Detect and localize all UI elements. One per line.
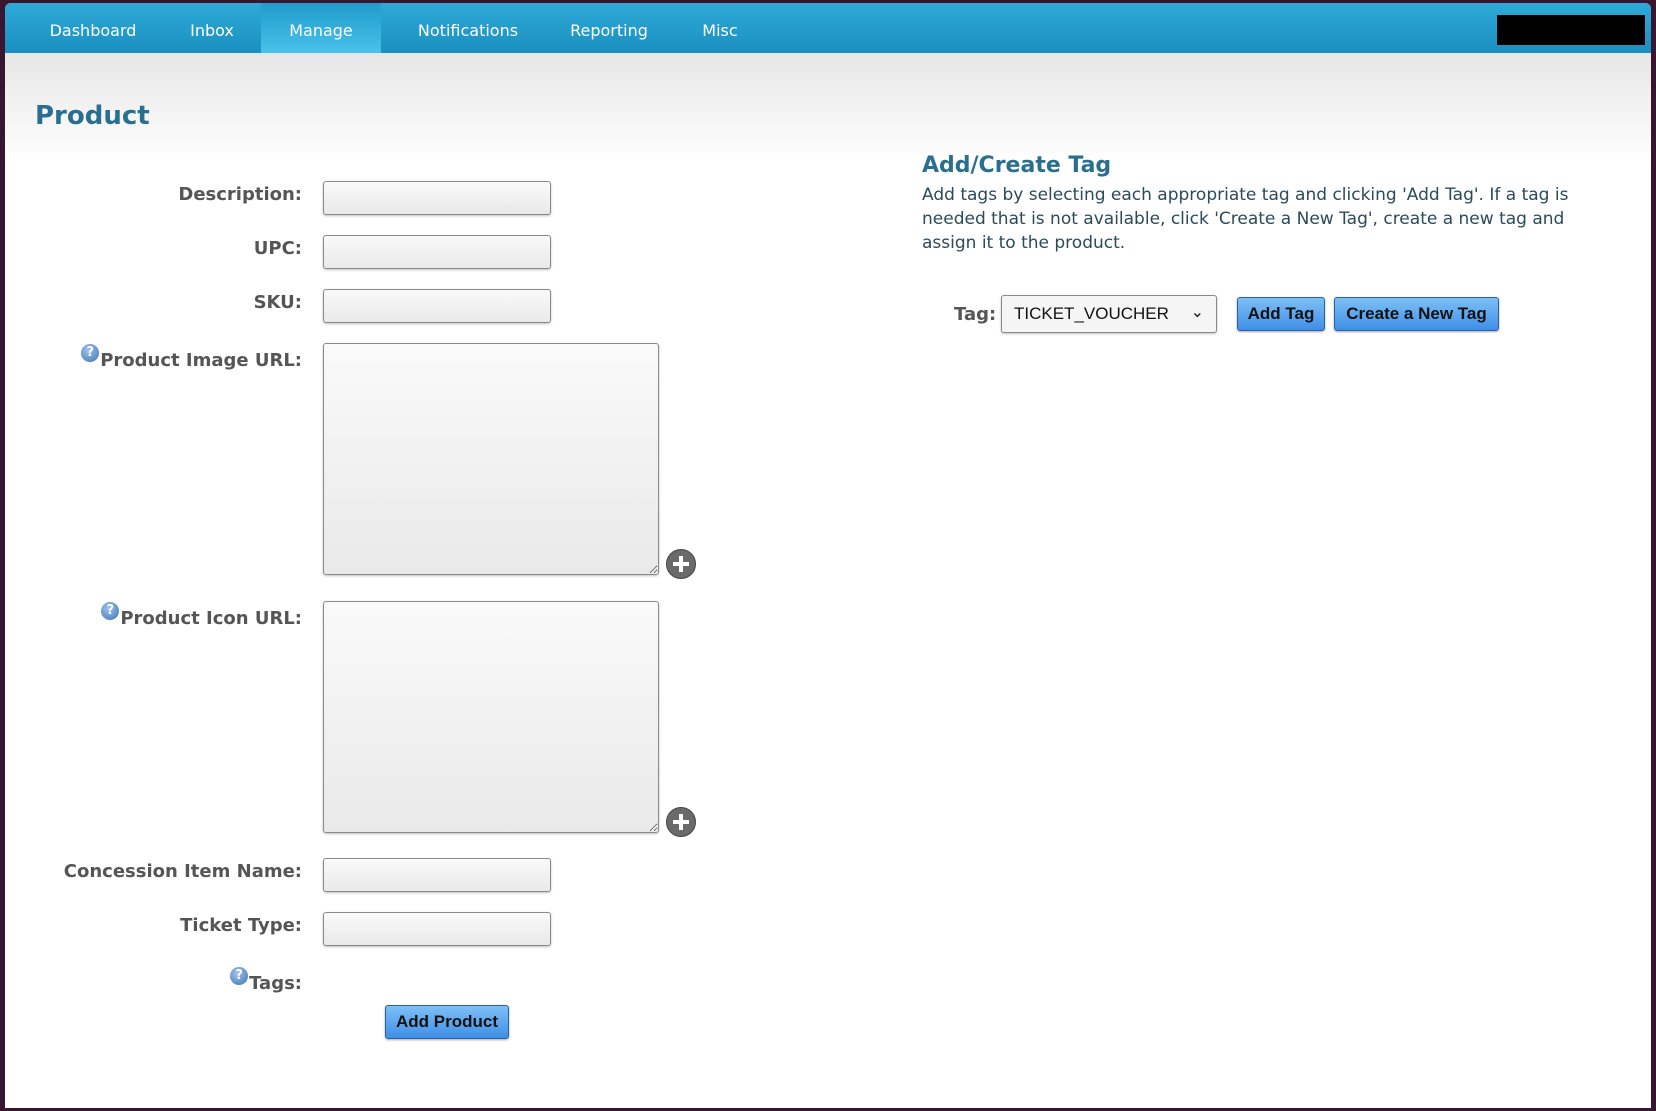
- add-create-tag-title: Add/Create Tag: [922, 153, 1112, 178]
- product-icon-url-textarea[interactable]: [323, 601, 659, 833]
- user-menu[interactable]: [1497, 15, 1645, 45]
- tags-label: ? Tags:: [230, 967, 302, 994]
- nav-inbox[interactable]: Inbox: [165, 3, 259, 53]
- product-icon-url-label: ? Product Icon URL:: [101, 602, 302, 629]
- help-icon[interactable]: ?: [230, 967, 249, 985]
- nav-manage[interactable]: Manage: [261, 3, 381, 53]
- product-icon-url-label-text: Product Icon URL:: [120, 608, 302, 629]
- concession-item-name-label: Concession Item Name:: [63, 861, 302, 882]
- tag-select[interactable]: TICKET_VOUCHER ⌄: [1001, 295, 1217, 333]
- tag-label: Tag:: [954, 304, 997, 325]
- add-product-button[interactable]: Add Product: [385, 1005, 509, 1039]
- product-image-url-label: ? Product Image URL:: [81, 344, 302, 371]
- add-tag-button[interactable]: Add Tag: [1237, 297, 1325, 331]
- add-create-tag-description: Add tags by selecting each appropriate t…: [922, 185, 1569, 253]
- ticket-type-label: Ticket Type:: [180, 915, 302, 936]
- help-icon[interactable]: ?: [81, 344, 100, 362]
- sku-input[interactable]: [323, 289, 551, 323]
- upc-label: UPC:: [253, 238, 302, 259]
- product-image-url-label-text: Product Image URL:: [100, 350, 302, 371]
- upc-input[interactable]: [323, 235, 551, 269]
- sku-label: SKU:: [253, 292, 302, 313]
- nav-misc[interactable]: Misc: [683, 3, 757, 53]
- nav-reporting[interactable]: Reporting: [551, 3, 667, 53]
- app-window: Dashboard Inbox Manage Notifications Rep…: [5, 3, 1651, 1108]
- help-icon[interactable]: ?: [101, 602, 120, 620]
- nav-dashboard[interactable]: Dashboard: [29, 3, 157, 53]
- page-header: Product: [5, 53, 1651, 163]
- tags-label-text: Tags:: [249, 973, 302, 994]
- plus-circle-icon[interactable]: [666, 549, 696, 579]
- plus-circle-icon[interactable]: [666, 807, 696, 837]
- description-label: Description:: [178, 184, 302, 205]
- nav-notifications[interactable]: Notifications: [391, 3, 545, 53]
- description-input[interactable]: [323, 181, 551, 215]
- create-new-tag-button[interactable]: Create a New Tag: [1334, 297, 1499, 331]
- product-image-url-textarea[interactable]: [323, 343, 659, 575]
- tag-select-value: TICKET_VOUCHER: [1014, 304, 1169, 323]
- chevron-down-icon: ⌄: [1190, 302, 1204, 321]
- concession-item-name-input[interactable]: [323, 858, 551, 892]
- page-title: Product: [35, 101, 150, 131]
- top-nav: Dashboard Inbox Manage Notifications Rep…: [5, 3, 1651, 53]
- ticket-type-input[interactable]: [323, 912, 551, 946]
